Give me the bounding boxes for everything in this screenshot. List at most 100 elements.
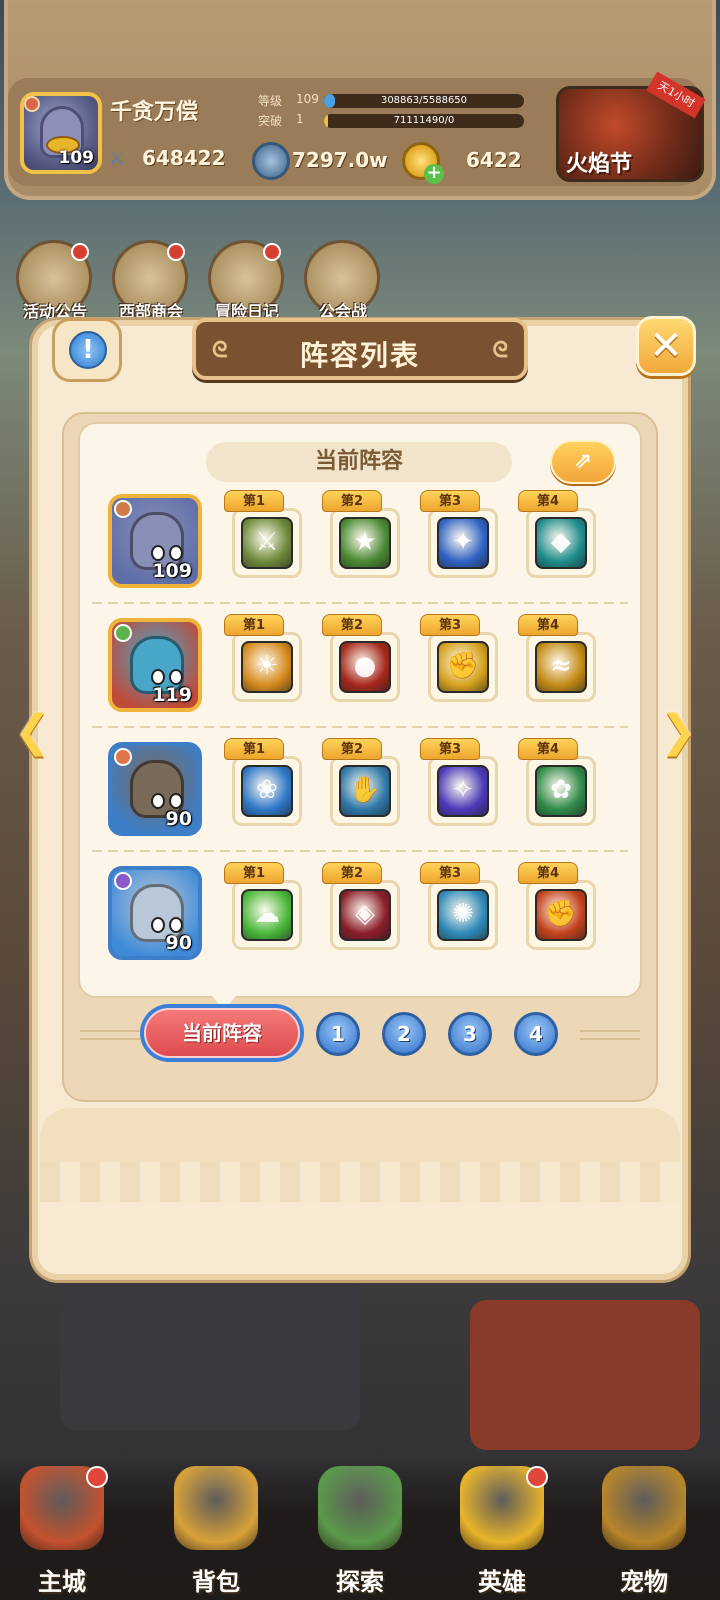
skill-slot[interactable]: ✋ <box>330 756 400 826</box>
skill-icon: ◈ <box>339 889 391 941</box>
hero-level: 109 <box>152 560 192 582</box>
skill-symbol-icon: ✺ <box>452 899 474 929</box>
lineup-page-2-button[interactable]: 2 <box>382 1012 426 1056</box>
skill-symbol-icon: ⚔ <box>255 527 279 557</box>
notification-dot <box>71 243 89 261</box>
skill-icon: ✺ <box>437 889 489 941</box>
nav-backpack[interactable]: 背包 <box>164 1466 268 1598</box>
skill-slot[interactable]: ✺ <box>428 880 498 950</box>
skill-icon: ✿ <box>535 765 587 817</box>
hero-eye <box>169 669 183 685</box>
skill-slot[interactable]: ☀ <box>232 632 302 702</box>
info-button[interactable]: ! <box>52 318 122 382</box>
skill-slot[interactable]: ✊ <box>526 880 596 950</box>
skill-slot[interactable]: ✿ <box>526 756 596 826</box>
hero-eye <box>151 793 165 809</box>
skill-slot[interactable]: ✊ <box>428 632 498 702</box>
dialog-pattern-decoration <box>40 1162 680 1202</box>
close-button[interactable]: ✕ <box>636 316 696 376</box>
skill-icon: ✊ <box>535 889 587 941</box>
skill-slot[interactable]: ◈ <box>330 880 400 950</box>
skill-icon: ● <box>339 641 391 693</box>
lineup-page-1-button[interactable]: 1 <box>316 1012 360 1056</box>
skill-slot[interactable]: ☁ <box>232 880 302 950</box>
hero-eye <box>169 793 183 809</box>
skill-symbol-icon: ◆ <box>551 527 571 557</box>
decorative-line-right <box>580 1030 640 1040</box>
skill-slot[interactable]: ★ <box>330 508 400 578</box>
skill-icon: ☀ <box>241 641 293 693</box>
prev-arrow-button[interactable]: ❮ <box>14 706 54 757</box>
hero-level: 90 <box>165 932 192 954</box>
element-badge-icon <box>114 748 132 766</box>
skill-icon: ≈ <box>535 641 587 693</box>
notification-badge <box>86 1466 108 1488</box>
hero-portrait[interactable]: 90 <box>108 742 202 836</box>
skill-slot[interactable]: ✧ <box>428 756 498 826</box>
skill-slot[interactable]: ≈ <box>526 632 596 702</box>
break-label: 突破 <box>258 114 283 128</box>
skill-slot[interactable]: ❀ <box>232 756 302 826</box>
notification-dot <box>263 243 281 261</box>
share-icon: ⇗ <box>573 449 593 474</box>
element-badge-icon <box>114 624 132 642</box>
hero-eye <box>169 545 183 561</box>
notification-dot <box>167 243 185 261</box>
skill-icon: ✋ <box>339 765 391 817</box>
crossed-swords-icon: ⚔ <box>108 146 126 170</box>
level-progress-bar: 308863/5588650 <box>324 94 524 108</box>
hero-level: 90 <box>165 808 192 830</box>
hero-eye <box>151 669 165 685</box>
skill-icon: ✦ <box>437 517 489 569</box>
skill-symbol-icon: ≈ <box>550 651 572 681</box>
hero-eye <box>151 917 165 933</box>
notification-badge <box>526 1466 548 1488</box>
swirl-right-icon: ᘓ <box>492 338 509 363</box>
skill-order-tag: 第2 <box>322 862 382 884</box>
nav-pet[interactable]: 宠物 <box>592 1466 696 1598</box>
hero-portrait[interactable]: 119 <box>108 618 202 712</box>
row-separator <box>92 850 628 852</box>
skill-slot[interactable]: ◆ <box>526 508 596 578</box>
skill-order-tag: 第3 <box>420 614 480 636</box>
lineup-page-4-button[interactable]: 4 <box>514 1012 558 1056</box>
event-name: 火焰节 <box>566 152 633 177</box>
tab-current-lineup[interactable]: 当前阵容 <box>140 1004 304 1062</box>
lineup-page-3-button[interactable]: 3 <box>448 1012 492 1056</box>
skill-order-tag: 第4 <box>518 614 578 636</box>
hero-eye <box>151 545 165 561</box>
nav-hero[interactable]: 英雄 <box>450 1466 554 1598</box>
skill-order-tag: 第2 <box>322 614 382 636</box>
skill-icon: ❀ <box>241 765 293 817</box>
skill-symbol-icon: ✊ <box>446 651 480 681</box>
skill-slot[interactable]: ✦ <box>428 508 498 578</box>
add-gold-button[interactable]: + <box>424 164 444 184</box>
background-rocks <box>60 1280 360 1430</box>
skill-symbol-icon: ● <box>353 651 377 681</box>
share-button[interactable]: ⇗ <box>550 440 616 484</box>
skill-slot[interactable]: ● <box>330 632 400 702</box>
skill-order-tag: 第3 <box>420 738 480 760</box>
skill-order-tag: 第1 <box>224 862 284 884</box>
element-badge-icon <box>114 872 132 890</box>
skill-order-tag: 第2 <box>322 490 382 512</box>
skill-order-tag: 第4 <box>518 862 578 884</box>
hero-portrait[interactable]: 90 <box>108 866 202 960</box>
pet-icon <box>602 1466 686 1550</box>
skill-symbol-icon: ☁ <box>254 899 280 929</box>
nav-castle[interactable]: 主城 <box>10 1466 114 1598</box>
skill-symbol-icon: ✧ <box>452 775 474 805</box>
row-separator <box>92 602 628 604</box>
skill-icon: ★ <box>339 517 391 569</box>
nav-map[interactable]: 探索 <box>308 1466 412 1598</box>
next-arrow-button[interactable]: ❯ <box>660 706 700 757</box>
skill-order-tag: 第3 <box>420 862 480 884</box>
hero-portrait[interactable]: 109 <box>108 494 202 588</box>
skill-order-tag: 第4 <box>518 738 578 760</box>
decorative-line-left <box>80 1030 140 1040</box>
skill-icon: ⚔ <box>241 517 293 569</box>
skill-slot[interactable]: ⚔ <box>232 508 302 578</box>
nav-label: 英雄 <box>478 1568 526 1596</box>
skill-symbol-icon: ✿ <box>550 775 572 805</box>
gold-amount: 6422 <box>466 148 522 172</box>
